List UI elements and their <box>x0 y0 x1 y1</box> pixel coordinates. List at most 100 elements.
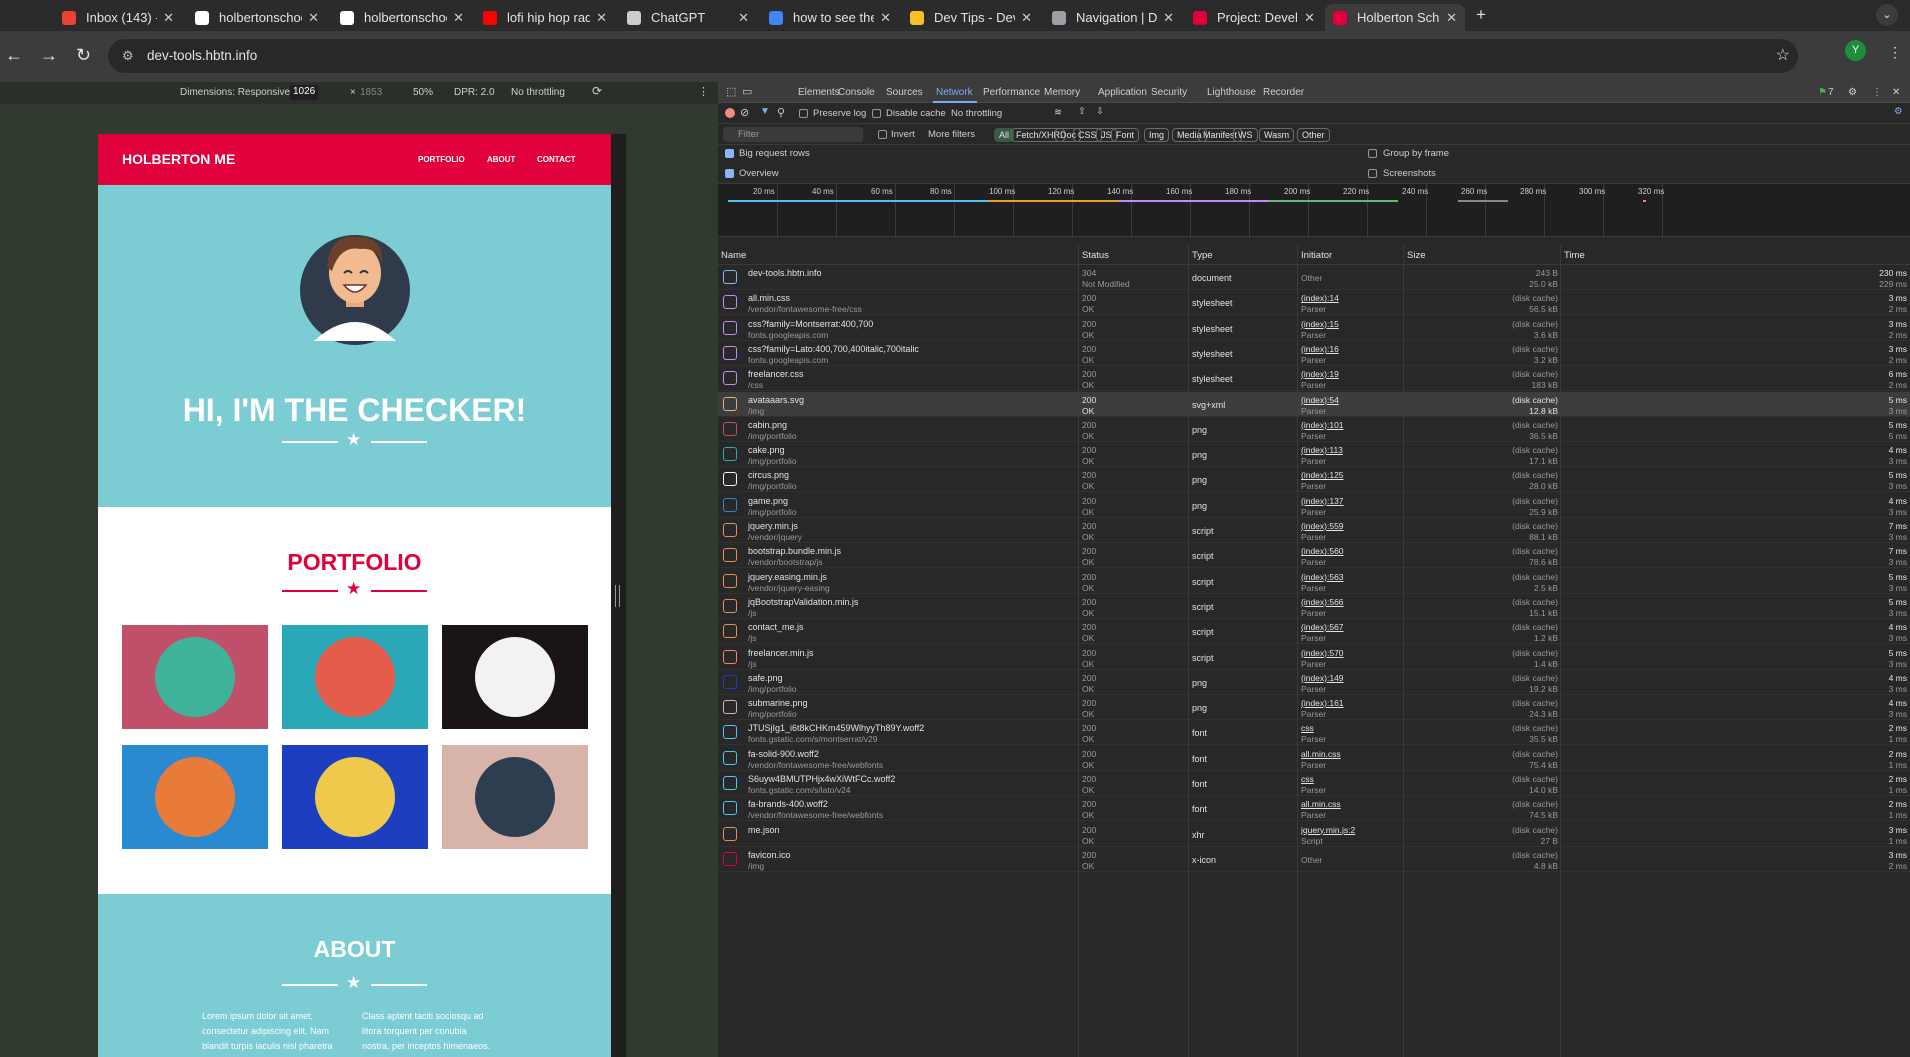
forward-icon[interactable]: → <box>40 45 58 66</box>
request-row[interactable]: css?family=Montserrat:400,700 fonts.googl… <box>718 316 1910 341</box>
column-header-time[interactable]: Time <box>1564 250 1585 261</box>
devtools-menu-icon[interactable]: ⋮ <box>1872 87 1882 98</box>
column-header-status[interactable]: Status <box>1082 250 1109 261</box>
tab-item[interactable]: Navigation | Dow ✕ <box>1044 4 1182 31</box>
request-row[interactable]: bootstrap.bundle.min.js/vendor/bootstrap… <box>718 543 1910 569</box>
nav-contact[interactable]: CONTACT <box>537 155 576 164</box>
column-header-initiator[interactable]: Initiator <box>1301 250 1332 261</box>
request-row[interactable]: me.json 200 OK xhr jquery.min.js:2 Script (dis… <box>718 822 1910 847</box>
record-icon[interactable] <box>725 108 735 118</box>
height-input[interactable]: 1853 <box>360 87 382 98</box>
filter-icon[interactable]: ▼ <box>760 106 770 117</box>
close-devtools-icon[interactable]: ✕ <box>1892 87 1900 98</box>
initiator-link[interactable]: (index):149 <box>1301 673 1344 683</box>
request-row[interactable]: safe.png/img/portfolio 200 OK png (index):14… <box>718 670 1910 695</box>
back-icon[interactable]: ← <box>5 45 23 66</box>
request-row[interactable]: jquery.easing.min.js/vendor/jquery-easin… <box>718 569 1910 594</box>
initiator-link[interactable]: Other <box>1301 273 1322 283</box>
close-tab-icon[interactable]: ✕ <box>1446 10 1457 26</box>
timeline-overview[interactable]: 20 ms 40 ms 60 ms 80 ms 100 ms 120 ms 140 ms 16… <box>718 183 1910 238</box>
tab-item[interactable]: lofi hip hop radio ✕ <box>475 4 615 31</box>
initiator-link[interactable]: (index):101 <box>1301 420 1344 430</box>
close-tab-icon[interactable]: ✕ <box>880 10 891 26</box>
request-row[interactable]: JTUSjIg1_i6t8kCHKm459WlhyyTh89Y.woff2 fon… <box>718 720 1910 746</box>
kebab-menu-icon[interactable]: ⋮ <box>1888 44 1902 61</box>
initiator-link[interactable]: (index):559 <box>1301 521 1344 531</box>
preserve-log-checkbox[interactable] <box>799 109 808 118</box>
initiator-link[interactable]: (index):567 <box>1301 622 1344 632</box>
initiator-link[interactable]: (index):570 <box>1301 648 1344 658</box>
panel-tab-lighthouse[interactable]: Lighthouse <box>1207 87 1256 98</box>
nav-portfolio[interactable]: PORTFOLIO <box>418 155 465 164</box>
tab-item[interactable]: Project: Develope ✕ <box>1185 4 1323 31</box>
filter-input[interactable]: Filter <box>723 127 863 142</box>
reload-icon[interactable]: ↻ <box>76 45 91 66</box>
settings-icon[interactable]: ⚙ <box>1848 87 1857 98</box>
filter-chip-img[interactable]: Img <box>1144 128 1170 142</box>
panel-tab-recorder[interactable]: Recorder <box>1263 87 1304 98</box>
disable-cache-checkbox[interactable] <box>872 109 881 118</box>
request-row[interactable]: cabin.png/img/portfolio 200 OK png (index):1… <box>718 417 1910 442</box>
zoom-select[interactable]: 50% <box>413 87 433 98</box>
panel-tab-elements[interactable]: Elements <box>798 87 840 98</box>
more-filters-select[interactable]: More filters <box>928 129 975 140</box>
device-toggle-icon[interactable]: ▭ <box>742 85 752 98</box>
initiator-link[interactable]: (index):137 <box>1301 496 1344 506</box>
panel-tab-sources[interactable]: Sources <box>886 87 923 98</box>
initiator-link[interactable]: (index):54 <box>1301 395 1339 405</box>
avatar[interactable]: Y <box>1845 40 1866 61</box>
panel-tab-console[interactable]: Console <box>838 87 875 98</box>
initiator-link[interactable]: (index):563 <box>1301 572 1344 582</box>
column-header-name[interactable]: Name <box>721 250 746 261</box>
initiator-link[interactable]: (index):113 <box>1301 445 1343 455</box>
issues-count[interactable]: 7 <box>1828 87 1834 98</box>
close-tab-icon[interactable]: ✕ <box>453 10 464 26</box>
panel-tab-memory[interactable]: Memory <box>1044 87 1080 98</box>
bookmark-star-icon[interactable]: ☆ <box>1776 45 1790 65</box>
close-tab-icon[interactable]: ✕ <box>1163 10 1174 26</box>
initiator-link[interactable]: (index):566 <box>1301 597 1344 607</box>
initiator-link[interactable]: (index):19 <box>1301 369 1339 379</box>
request-row[interactable]: submarine.png/img/portfolio 200 OK png (inde… <box>718 695 1910 721</box>
initiator-link[interactable]: css <box>1301 774 1314 784</box>
tab-item[interactable]: Inbox (143) - 630 ✕ <box>54 4 182 31</box>
group-by-frame-checkbox[interactable] <box>1368 149 1377 158</box>
import-icon[interactable]: ⇧ <box>1078 106 1086 117</box>
width-input[interactable]: 1026 <box>290 85 319 100</box>
close-tab-icon[interactable]: ✕ <box>1304 10 1315 26</box>
initiator-link[interactable]: (index):16 <box>1301 344 1339 354</box>
request-row[interactable]: jqBootstrapValidation.min.js/js 200 OK scri… <box>718 594 1910 619</box>
request-row[interactable]: contact_me.js/js 200 OK script (index):567 Pa… <box>718 619 1910 645</box>
new-tab-button[interactable]: + <box>1476 5 1486 25</box>
initiator-link[interactable]: all.min.css <box>1301 749 1341 759</box>
tab-item[interactable]: Holberton School ✕ <box>1325 4 1465 31</box>
throttling-select[interactable]: No throttling <box>511 87 565 98</box>
site-brand[interactable]: HOLBERTON ME <box>122 151 235 167</box>
portfolio-tile-circus[interactable] <box>442 625 588 729</box>
portfolio-tile-cake[interactable] <box>282 625 428 729</box>
issues-icon[interactable]: ⚑ <box>1818 87 1827 98</box>
column-header-type[interactable]: Type <box>1192 250 1213 261</box>
tab-search-icon[interactable]: ⌄ <box>1876 4 1898 26</box>
portfolio-tile-game[interactable] <box>122 745 268 849</box>
request-row[interactable]: dev-tools.hbtn.info 304 Not Modified docume… <box>718 265 1910 290</box>
address-bar[interactable]: ⚙ dev-tools.hbtn.info ☆ <box>108 39 1798 73</box>
request-row[interactable]: freelancer.min.js/js 200 OK script (index):5… <box>718 645 1910 670</box>
filter-chip-ws[interactable]: WS <box>1233 128 1258 142</box>
initiator-link[interactable]: all.min.css <box>1301 799 1341 809</box>
panel-tab-performance[interactable]: Performance <box>983 87 1040 98</box>
portfolio-tile-safe[interactable] <box>282 745 428 849</box>
device-menu-icon[interactable]: ⋮ <box>698 85 709 98</box>
request-row[interactable]: avataaars.svg/img 200 OK svg+xml (index):54 P… <box>718 391 1910 417</box>
nav-about[interactable]: ABOUT <box>487 155 515 164</box>
request-row[interactable]: cake.png/img/portfolio 200 OK png (index):11… <box>718 442 1910 468</box>
panel-tab-application[interactable]: Application <box>1098 87 1147 98</box>
request-row[interactable]: game.png/img/portfolio 200 OK png (index):13… <box>718 493 1910 518</box>
filter-chip-font[interactable]: Font <box>1111 128 1140 142</box>
initiator-link[interactable]: (index):125 <box>1301 470 1344 480</box>
wifi-icon[interactable]: ≋ <box>1054 107 1062 118</box>
portfolio-tile-cabin[interactable] <box>122 625 268 729</box>
request-row[interactable]: css?family=Lato:400,700,400italic,700ita… <box>718 341 1910 366</box>
panel-tab-network[interactable]: Network <box>936 87 973 98</box>
tab-item[interactable]: how to see the we ✕ <box>761 4 899 31</box>
